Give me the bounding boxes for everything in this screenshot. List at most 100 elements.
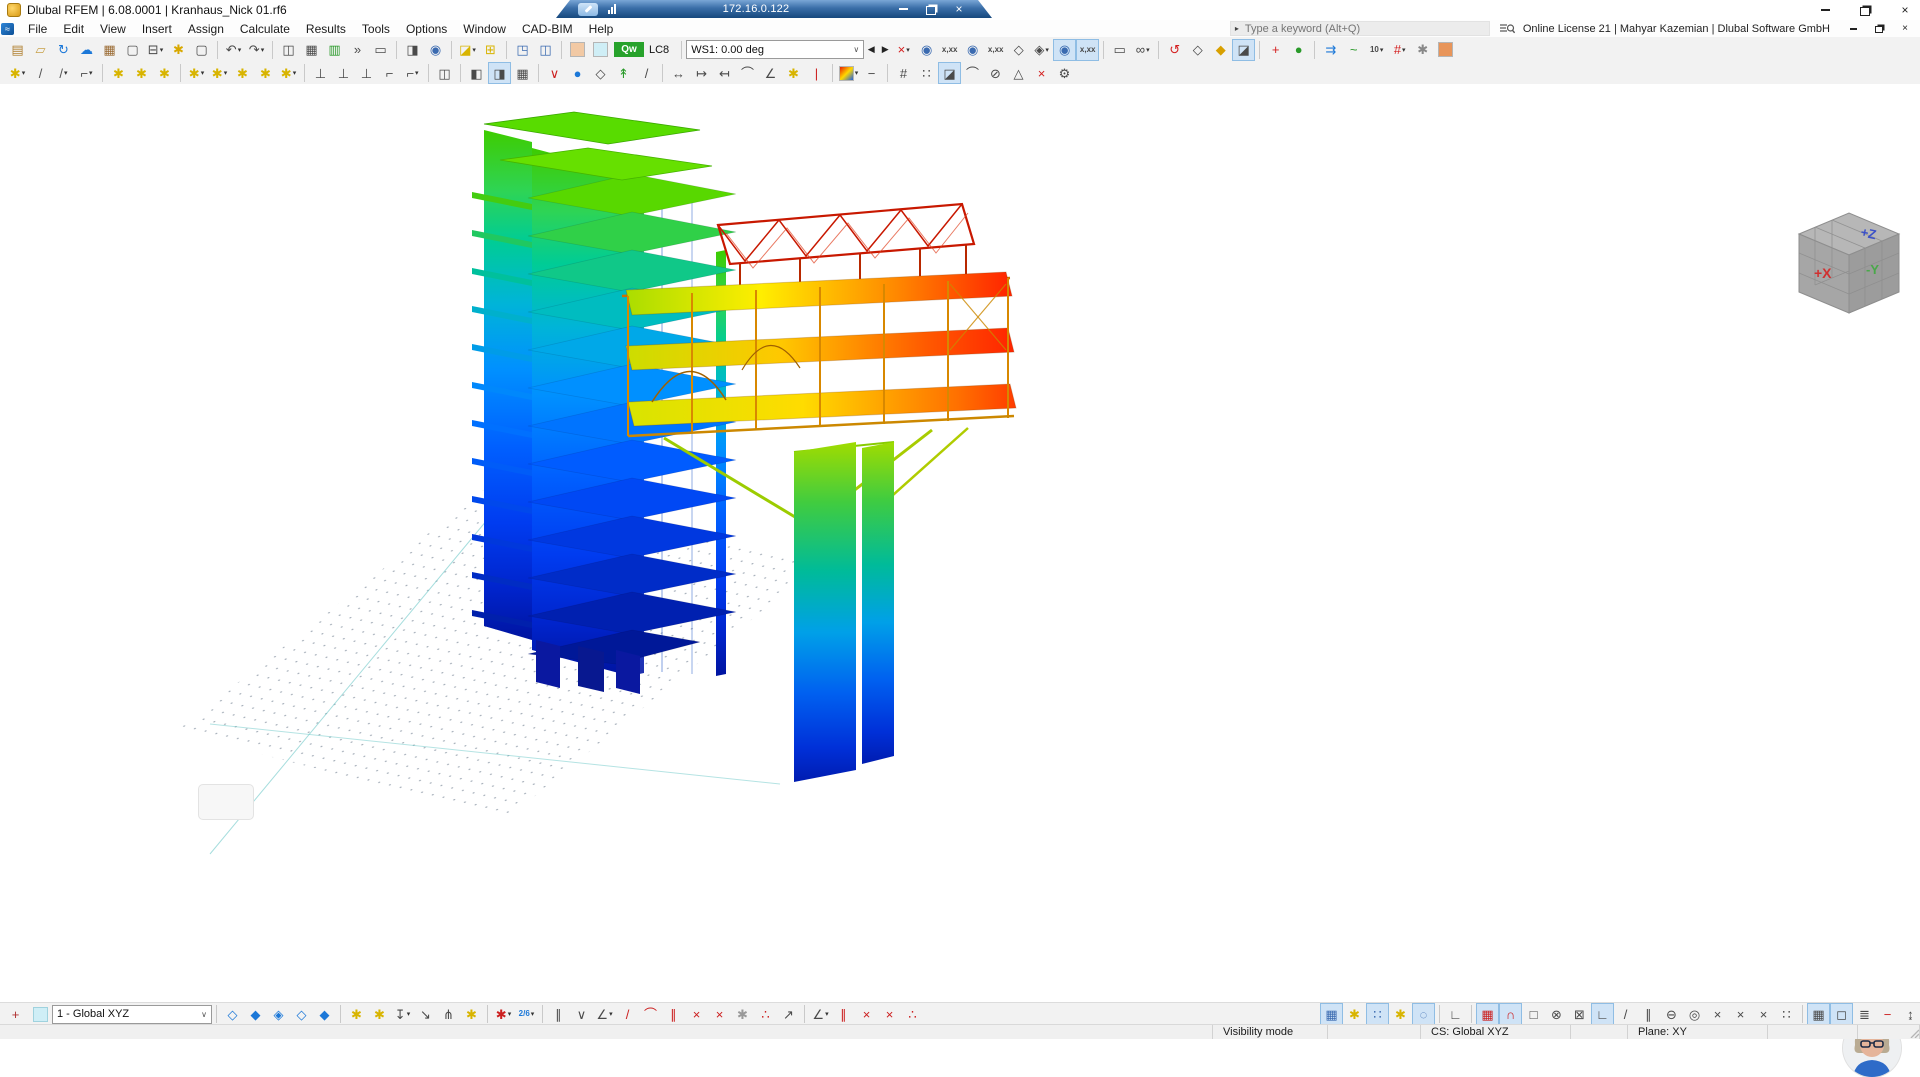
values-numeric-toggle[interactable]: x,xx <box>1076 39 1099 61</box>
grid-magnet-toggle[interactable]: ▦ <box>1476 1003 1499 1025</box>
view-front-button[interactable]: ◈ <box>267 1003 290 1025</box>
release-button[interactable]: ⌐▾ <box>401 62 424 84</box>
menu-item[interactable]: Edit <box>55 21 92 37</box>
sphere-view-button[interactable]: ● <box>566 62 589 84</box>
new-object-button[interactable]: ✱▾ <box>6 62 29 84</box>
dim-arc-button[interactable]: ⌒ <box>736 62 759 84</box>
command-console-button[interactable]: » <box>346 39 369 61</box>
swatch-peach[interactable] <box>566 39 589 61</box>
panel-control-button[interactable]: ◨ <box>401 39 424 61</box>
grid-delete-button[interactable]: #▾ <box>1388 39 1411 61</box>
nodal-support-button[interactable]: ⊥ <box>309 62 332 84</box>
snap-nodes-button[interactable]: ∴ <box>754 1003 777 1025</box>
dot-grid-toggle[interactable]: ∷ <box>1366 1003 1389 1025</box>
show-values-button[interactable]: ◉ <box>915 39 938 61</box>
remote-close-button[interactable]: × <box>952 3 966 15</box>
open-model-button[interactable]: ▱ <box>29 39 52 61</box>
snap-vertical-button[interactable]: ∥ <box>547 1003 570 1025</box>
display-frame-button[interactable]: ▢ <box>121 39 144 61</box>
work-plane-button[interactable]: ∟ <box>1444 1003 1467 1025</box>
result-values-button[interactable]: x,xx <box>984 39 1007 61</box>
snap-arc-button[interactable]: ⌒ <box>639 1003 662 1025</box>
archive-button[interactable]: ▦ <box>98 39 121 61</box>
lattice-button[interactable]: ✱ <box>1411 39 1434 61</box>
insert-surface-button[interactable]: ✱▾ <box>185 62 208 84</box>
window-star-button[interactable]: ✱ <box>460 1003 483 1025</box>
snap-polygon-button[interactable]: ✱ <box>731 1003 754 1025</box>
printout-report-button[interactable]: ◉ <box>424 39 447 61</box>
arrows-x-button[interactable]: ⇉ <box>1319 39 1342 61</box>
square-snap-button[interactable]: □ <box>1522 1003 1545 1025</box>
remote-minimize-button[interactable] <box>896 3 910 15</box>
view-rotate-button[interactable]: ◆ <box>313 1003 336 1025</box>
annotation-button[interactable]: ✱ <box>782 62 805 84</box>
add-frame-button[interactable]: ⊞ <box>479 39 502 61</box>
snap-cross-button[interactable]: × <box>685 1003 708 1025</box>
snap-tangent-button[interactable]: ↗ <box>777 1003 800 1025</box>
solid-box-button[interactable]: ◇ <box>589 62 612 84</box>
remote-restore-button[interactable] <box>924 3 938 15</box>
cross-snap-c-button[interactable]: × <box>1752 1003 1775 1025</box>
screen-capture-button[interactable]: ▭ <box>1108 39 1131 61</box>
new-from-template-button[interactable]: ✱ <box>167 39 190 61</box>
menu-item[interactable]: Calculate <box>232 21 298 37</box>
node-display-button[interactable]: ● <box>1287 39 1310 61</box>
corner-snap-toggle[interactable]: ∟ <box>1591 1003 1614 1025</box>
hinge-button[interactable]: ⌐ <box>378 62 401 84</box>
circle-snap-button[interactable]: ◎ <box>1683 1003 1706 1025</box>
snap-line-button[interactable]: / <box>616 1003 639 1025</box>
solid-edit-button[interactable]: ◆ <box>1209 39 1232 61</box>
snap-angle-button[interactable]: ∠▾ <box>593 1003 616 1025</box>
pin-icon[interactable] <box>578 3 598 16</box>
panel-orange-button[interactable] <box>1434 39 1457 61</box>
diagonal-view-button[interactable]: / <box>635 62 658 84</box>
draw-rectangle-button[interactable]: ⌐▾ <box>75 62 98 84</box>
values-on-surfaces-button[interactable]: x,xx <box>938 39 961 61</box>
grid-new-button[interactable]: ✱ <box>368 1003 391 1025</box>
snap-parallel-button[interactable]: ∥ <box>662 1003 685 1025</box>
view-upright-button[interactable]: ◧ <box>465 62 488 84</box>
table-new-button[interactable]: ✱ <box>345 1003 368 1025</box>
grid-frame-button[interactable]: # <box>892 62 915 84</box>
magnet-toggle[interactable]: ∩ <box>1499 1003 1522 1025</box>
mdi-restore-button[interactable] <box>1874 24 1884 34</box>
guide-cross-button[interactable]: × <box>855 1003 878 1025</box>
cross-snap-a-button[interactable]: × <box>1706 1003 1729 1025</box>
circle-cross-button[interactable]: ⊗ <box>1545 1003 1568 1025</box>
menu-item[interactable]: Results <box>298 21 354 37</box>
insert-solid-button[interactable]: ✱ <box>231 62 254 84</box>
menu-item[interactable]: Insert <box>134 21 180 37</box>
chain-function-button[interactable]: ∞▾ <box>1131 39 1154 61</box>
coordinate-axes-button[interactable]: + <box>1264 39 1287 61</box>
new-window-button[interactable]: ◳ <box>511 39 534 61</box>
new-model-button[interactable]: ▤ <box>6 39 29 61</box>
measure-button[interactable]: ✱▾ <box>492 1003 515 1025</box>
previous-loadcase-button[interactable]: ◀ <box>864 41 878 59</box>
menu-item[interactable]: Help <box>581 21 622 37</box>
search-input[interactable] <box>1243 22 1485 36</box>
insert-node-button[interactable]: ✱ <box>107 62 130 84</box>
grid-toggle[interactable]: ▦ <box>1807 1003 1830 1025</box>
coordinate-system-combo[interactable]: 1 - Global XYZ ∨ <box>52 1005 212 1024</box>
menu-item[interactable]: CAD-BIM <box>514 21 581 37</box>
delete-results-button[interactable]: ×▾ <box>892 39 915 61</box>
menu-item[interactable]: Tools <box>354 21 398 37</box>
insert-plate-button[interactable]: ✱▾ <box>208 62 231 84</box>
loadcase-combo[interactable]: WS1: 0.00 deg ∨ <box>686 40 864 59</box>
remote-display-button[interactable]: ▭ <box>369 39 392 61</box>
close-button[interactable]: × <box>1898 4 1912 16</box>
insert-line-button[interactable]: ✱ <box>130 62 153 84</box>
dim-offset-button[interactable]: ↤ <box>713 62 736 84</box>
guide-points-button[interactable]: ∴ <box>901 1003 924 1025</box>
swatch-cyan[interactable] <box>589 39 612 61</box>
view-plane-toggle[interactable]: ◨ <box>488 62 511 84</box>
dim-horizontal-button[interactable]: ↦ <box>690 62 713 84</box>
minimize-button[interactable] <box>1818 4 1832 16</box>
blank-document-button[interactable]: ▢ <box>190 39 213 61</box>
walk-mode-button[interactable]: ↟ <box>612 62 635 84</box>
grid-points-button[interactable]: ∷ <box>915 62 938 84</box>
tripod-button[interactable]: ⋔ <box>437 1003 460 1025</box>
menu-item[interactable]: Window <box>455 21 514 37</box>
cloud-sync-button[interactable]: ☁ <box>75 39 98 61</box>
menu-item[interactable]: Options <box>398 21 455 37</box>
